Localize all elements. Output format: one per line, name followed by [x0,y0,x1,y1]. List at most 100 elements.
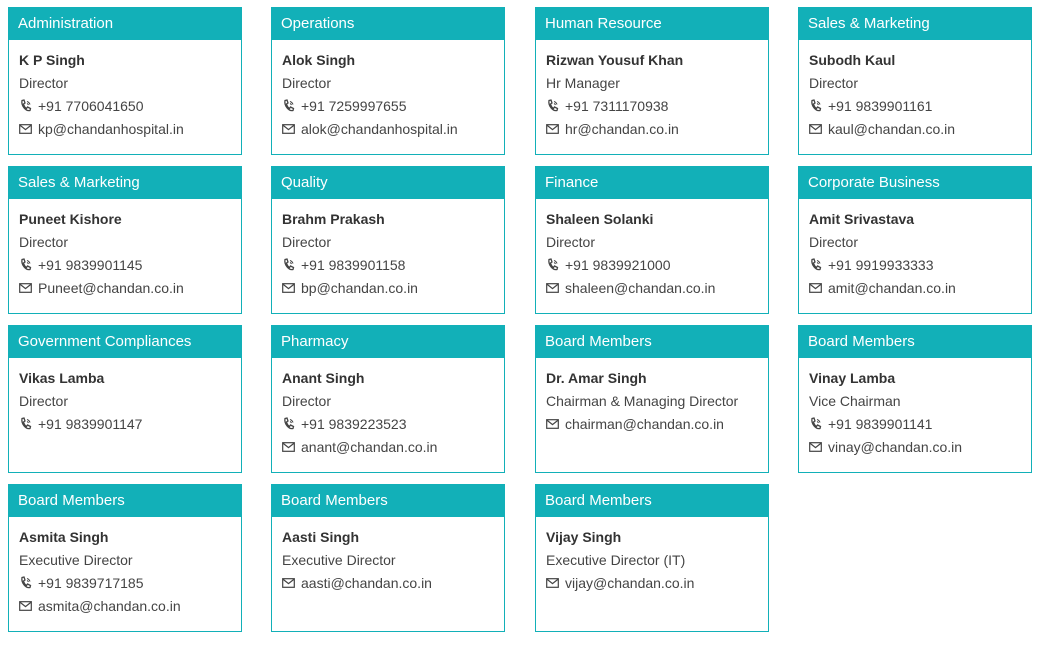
email-row[interactable]: amit@chandan.co.in [809,280,1031,303]
department-header: Government Compliances [9,326,241,358]
phone-icon [19,258,32,272]
department-header: Quality [272,167,504,199]
email-row[interactable]: Puneet@chandan.co.in [19,280,241,303]
contact-card: Sales & Marketing Puneet Kishore Director +… [8,166,242,314]
phone-row[interactable]: +91 9839901145 [19,257,241,280]
phone-row[interactable]: +91 9919933333 [809,257,1031,280]
phone-row[interactable]: +91 9839223523 [282,416,504,439]
department-header: Sales & Marketing [9,167,241,199]
email-row[interactable]: vinay@chandan.co.in [809,439,1031,462]
phone-number[interactable]: +91 9839901145 [38,257,142,273]
email-row[interactable]: kp@chandanhospital.in [19,121,241,144]
email-row[interactable]: alok@chandanhospital.in [282,121,504,144]
email-address[interactable]: kp@chandanhospital.in [38,121,184,137]
department-header: Operations [272,8,504,40]
email-address[interactable]: aasti@chandan.co.in [301,575,432,591]
email-row[interactable]: vijay@chandan.co.in [546,575,768,598]
department-header: Board Members [536,326,768,358]
phone-row[interactable]: +91 7311170938 [546,98,768,121]
phone-icon [809,417,822,431]
card-body: Asmita Singh Executive Director +91 983971… [9,517,241,621]
envelope-icon [282,281,295,295]
person-title: Director [19,393,69,409]
email-address[interactable]: chairman@chandan.co.in [565,416,724,432]
email-address[interactable]: asmita@chandan.co.in [38,598,181,614]
person-name: Shaleen Solanki [546,211,654,227]
email-row[interactable]: bp@chandan.co.in [282,280,504,303]
phone-row[interactable]: +91 7259997655 [282,98,504,121]
email-row[interactable]: shaleen@chandan.co.in [546,280,768,303]
phone-row[interactable]: +91 7706041650 [19,98,241,121]
email-address[interactable]: vinay@chandan.co.in [828,439,962,455]
person-title: Director [809,234,859,250]
contact-card: Quality Brahm Prakash Director +91 98399011… [271,166,505,314]
person-name: K P Singh [19,52,85,68]
department-header: Corporate Business [799,167,1031,199]
phone-icon [809,99,822,113]
person-name: Brahm Prakash [282,211,385,227]
email-address[interactable]: Puneet@chandan.co.in [38,280,184,296]
phone-row[interactable]: +91 9839717185 [19,575,241,598]
email-row[interactable]: chairman@chandan.co.in [546,416,768,439]
phone-number[interactable]: +91 9839901147 [38,416,142,432]
phone-number[interactable]: +91 9839717185 [38,575,144,591]
contact-card: Finance Shaleen Solanki Director +91 983992… [535,166,769,314]
email-address[interactable]: amit@chandan.co.in [828,280,956,296]
person-title: Executive Director [282,552,396,568]
phone-number[interactable]: +91 7311170938 [565,98,668,114]
phone-number[interactable]: +91 9839921000 [565,257,671,273]
card-body: Shaleen Solanki Director +91 9839921000 sha… [536,199,768,303]
phone-number[interactable]: +91 7259997655 [301,98,407,114]
email-address[interactable]: alok@chandanhospital.in [301,121,458,137]
email-address[interactable]: bp@chandan.co.in [301,280,418,296]
phone-number[interactable]: +91 7706041650 [38,98,144,114]
person-title: Executive Director [19,552,133,568]
person-name: Vinay Lamba [809,370,896,386]
person-name: Anant Singh [282,370,365,386]
email-address[interactable]: vijay@chandan.co.in [565,575,694,591]
card-body: Rizwan Yousuf Khan Hr Manager +91 73111709… [536,40,768,144]
person-title: Director [282,393,332,409]
email-address[interactable]: anant@chandan.co.in [301,439,437,455]
department-header: Finance [536,167,768,199]
phone-row[interactable]: +91 9839901161 [809,98,1031,121]
phone-number[interactable]: +91 9839223523 [301,416,407,432]
contact-card: Corporate Business Amit Srivastava Directo… [798,166,1032,314]
envelope-icon [546,122,559,136]
email-row[interactable]: asmita@chandan.co.in [19,598,241,621]
person-name: Dr. Amar Singh [546,370,647,386]
email-row[interactable]: kaul@chandan.co.in [809,121,1031,144]
email-row[interactable]: anant@chandan.co.in [282,439,504,462]
email-address[interactable]: kaul@chandan.co.in [828,121,955,137]
email-row[interactable]: hr@chandan.co.in [546,121,768,144]
email-address[interactable]: shaleen@chandan.co.in [565,280,715,296]
contact-card: Board Members Dr. Amar Singh Chairman & Ma… [535,325,769,473]
email-row[interactable]: aasti@chandan.co.in [282,575,504,598]
person-title: Director [282,234,332,250]
email-address[interactable]: hr@chandan.co.in [565,121,679,137]
phone-number[interactable]: +91 9919933333 [828,257,934,273]
envelope-icon [546,281,559,295]
envelope-icon [546,417,559,431]
person-title: Director [19,234,69,250]
card-body: Puneet Kishore Director +91 9839901145 Pune… [9,199,241,303]
contact-card: Board Members Asmita Singh Executive Direc… [8,484,242,632]
phone-number[interactable]: +91 9839901161 [828,98,932,114]
phone-row[interactable]: +91 9839901141 [809,416,1031,439]
phone-number[interactable]: +91 9839901158 [301,257,405,273]
contact-card: Administration K P Singh Director +91 77060… [8,7,242,155]
card-body: Aasti Singh Executive Director aasti@chand… [272,517,504,598]
person-title: Director [19,75,69,91]
phone-row[interactable]: +91 9839921000 [546,257,768,280]
card-body: Dr. Amar Singh Chairman & Managing Direct… [536,358,768,439]
person-name: Vijay Singh [546,529,622,545]
envelope-icon [19,281,32,295]
phone-number[interactable]: +91 9839901141 [828,416,932,432]
person-title: Chairman & Managing Director [546,393,739,409]
envelope-icon [282,122,295,136]
phone-row[interactable]: +91 9839901158 [282,257,504,280]
card-body: Anant Singh Director +91 9839223523 anant@c… [272,358,504,462]
department-header: Human Resource [536,8,768,40]
contact-card: Board Members Vijay Singh Executive Direct… [535,484,769,632]
phone-row[interactable]: +91 9839901147 [19,416,241,439]
